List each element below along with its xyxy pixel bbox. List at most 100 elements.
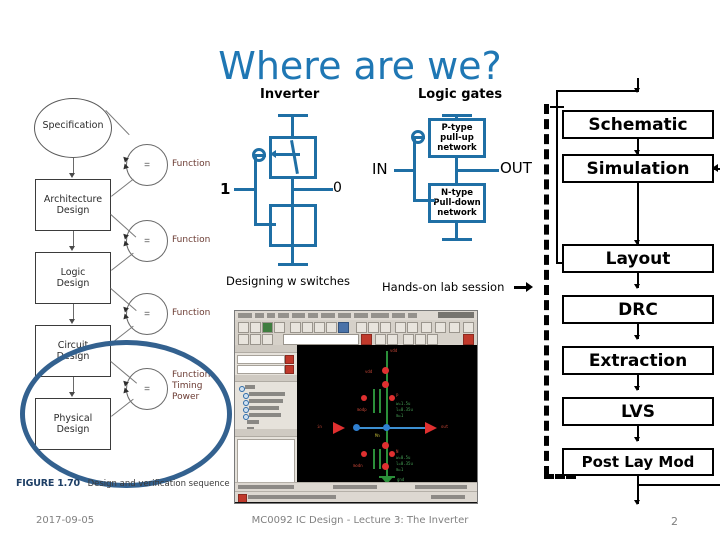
eda-menu-item-5[interactable] [292,313,305,318]
sch-param-pmos-m: m=1 [396,413,404,418]
inverter-output-wire [291,188,333,191]
dashed-scope-line [544,104,549,476]
eda-filter-input[interactable] [237,365,285,374]
flow-feedback-right-arrowhead [712,164,718,172]
logic-input-wire [394,169,415,172]
eda-property-editor-body[interactable] [237,439,295,485]
sch-node-pmos-drain[interactable] [389,395,395,401]
eda-toolbar-button-new[interactable] [238,322,249,333]
eda-toolbar-button-instance[interactable] [407,322,418,333]
sch-node-bulk[interactable] [382,463,389,470]
eda-toolbar-button-copy[interactable] [302,322,313,333]
eda-toolbar-button-property[interactable] [449,322,460,333]
eda-toolbar-button-undo[interactable] [326,322,337,333]
eda-menu-item-1[interactable] [238,313,252,318]
sch-label-nmos-model: modn [353,463,363,468]
eda-menu-item-2[interactable] [255,313,264,318]
flow-entry-arrowhead [634,88,640,93]
eda-toolbar-button-paste[interactable] [314,322,325,333]
sch-param-nmos-w: w=0.5u [396,455,411,460]
eda-toolbar-button-label[interactable] [435,322,446,333]
eda-search-input[interactable] [283,334,359,345]
eda-menu-item-9[interactable] [354,313,368,318]
eda-toolbar2-stop-button[interactable] [361,334,372,345]
figure-caption: FIGURE 1.70 Design and verification sequ… [16,478,246,489]
eda-toolbar2-button-7[interactable] [403,334,414,345]
eda-menu-item-3[interactable] [267,313,275,318]
sch-label-nmos-top: Mn [375,433,380,438]
eda-toolbar-button-zoom-in[interactable] [356,322,367,333]
eda-toolbar2-button-2[interactable] [250,334,261,345]
sch-label-nmos: N [396,449,399,454]
eda-toolbar-button-pin[interactable] [421,322,432,333]
sch-node-pmos-gate[interactable] [361,395,367,401]
eda-menu-item-12[interactable] [408,313,417,318]
eda-toolbar2-button-9[interactable] [427,334,438,345]
eda-filter-clear-button[interactable] [285,365,294,374]
flow-feedback-left-tick [550,106,564,108]
flow-step-schematic[interactable]: Schematic [562,110,714,139]
eda-toolbar-button-more[interactable] [463,322,474,333]
eda-toolbar2-button-10[interactable] [463,334,474,345]
sch-param-pmos-l: l=0.35u [396,407,413,412]
eda-toolbar2-button-5[interactable] [375,334,386,345]
eda-toolbar2-button-6[interactable] [387,334,398,345]
eda-menu-item-10[interactable] [371,313,389,318]
eda-menu-item-8[interactable] [338,313,351,318]
eda-schematic-canvas[interactable]: vdd vdd P w=1.5u l=0.35u m=1 modp in out… [297,345,477,487]
footer-page-number: 2 [671,515,678,528]
figure-verify-equals-3: = [144,308,150,320]
logic-input-label: IN [372,160,388,178]
sch-node-nmos-drain[interactable] [382,442,389,449]
eda-toolbar-button-cut[interactable] [290,322,301,333]
eda-toolbar-button-zoom-out[interactable] [368,322,379,333]
eda-menu-item-6[interactable] [308,313,318,318]
pulldown-line2: Pull-down [433,198,481,208]
eda-cellview-select[interactable] [237,355,285,364]
flow-step-drc[interactable]: DRC [562,295,714,324]
flow-feedback-left-bus [556,90,558,262]
figure-verify-label-3: Function [172,308,211,318]
eda-toolbar-button-open[interactable] [250,322,261,333]
eda-toolbar2-button-3[interactable] [262,334,273,345]
footer-course: MC0092 IC Design - Lecture 3: The Invert… [251,515,469,526]
eda-tool-screenshot[interactable]: vdd vdd P w=1.5u l=0.35u m=1 modp in out… [234,310,478,504]
eda-bottom-edge [235,502,477,503]
eda-menu-item-7[interactable] [321,313,335,318]
eda-toolbar2-button-1[interactable] [238,334,249,345]
flow-step-simulation[interactable]: Simulation [562,154,714,183]
eda-menu-item-4[interactable] [278,313,289,318]
sch-pin-out[interactable] [425,422,437,434]
flow-exit-arrowhead [634,500,640,505]
sch-node-vdd[interactable] [382,367,389,374]
flow-step-lvs[interactable]: LVS [562,397,714,426]
pulldown-line1: N-type [440,188,474,198]
flow-step-extraction[interactable]: Extraction [562,346,714,375]
sch-pin-in[interactable] [333,422,345,434]
sch-node-nmos-source[interactable] [389,451,395,457]
eda-toolbar-row-1[interactable] [235,320,477,334]
eda-property-editor-panel[interactable] [235,429,298,487]
eda-toolbar-button-fit[interactable] [380,322,391,333]
sch-node-pmos-source[interactable] [382,381,389,388]
eda-toolbar-button-save[interactable] [262,322,273,333]
figure-diag-4 [111,252,134,271]
eda-toolbar-button-check[interactable] [338,322,349,333]
sch-label-in: in [317,424,322,429]
figure-diag-2 [111,178,134,197]
sch-node-nmos-gate[interactable] [361,451,367,457]
sch-node-in[interactable] [353,424,360,431]
eda-menu-item-11[interactable] [392,313,405,318]
eda-toolbar-button-wire[interactable] [395,322,406,333]
flow-feedback-top-bar [556,90,638,92]
flow-arrowhead-4 [634,335,640,340]
eda-toolbar-button-print[interactable] [274,322,285,333]
eda-tree-row-2-label [249,392,285,396]
figure-spine-arrowhead-3 [69,319,75,324]
sch-param-nmos-l: l=0.35u [396,461,413,466]
sch-node-out[interactable] [383,424,390,431]
flow-step-layout[interactable]: Layout [562,244,714,273]
eda-toolbar2-button-8[interactable] [415,334,426,345]
flow-step-post-lay-mod[interactable]: Post Lay Mod [562,448,714,476]
eda-navigator-close-button[interactable] [285,355,294,364]
